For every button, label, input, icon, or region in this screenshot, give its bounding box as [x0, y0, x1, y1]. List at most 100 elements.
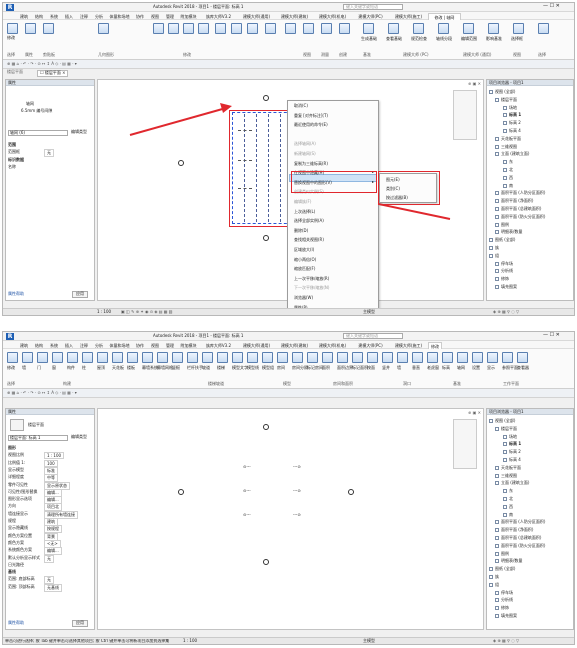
- ribbon-tab[interactable]: 族库大师V3.2: [200, 13, 237, 20]
- ribbon-tab[interactable]: 族库大师V3.2: [200, 342, 237, 349]
- ribbon-tab[interactable]: 修改: [428, 342, 442, 349]
- browser-item[interactable]: 面积平面 (净面积): [495, 198, 533, 204]
- properties-help-link[interactable]: 属性帮助: [8, 620, 24, 626]
- browser-item[interactable]: 族: [489, 574, 499, 580]
- affect-datum-icon[interactable]: [488, 23, 499, 34]
- ribbon-tab[interactable]: 视图: [148, 13, 162, 20]
- property-value[interactable]: 无: [44, 554, 54, 563]
- view-cube-label[interactable]: ⊕ ▣ ✕: [468, 81, 481, 87]
- ribbon-button-icon[interactable]: [277, 352, 288, 363]
- window-controls[interactable]: — ☐ ✕: [543, 3, 560, 10]
- browser-item[interactable]: 修饰: [495, 276, 509, 282]
- ribbon-tab[interactable]: 建模大师(施工): [390, 13, 427, 20]
- ribbon-tab[interactable]: 建模大师(建筑): [276, 13, 313, 20]
- browser-item[interactable]: 天花板平面: [495, 465, 521, 471]
- ribbon-button-icon[interactable]: [82, 352, 93, 363]
- join-geometry-icon[interactable]: [98, 23, 109, 34]
- property-value[interactable]: 无基线: [44, 583, 62, 592]
- ribbon-tab[interactable]: 建模大师(通用): [238, 13, 275, 20]
- selection-box-icon[interactable]: [513, 23, 524, 34]
- browser-item[interactable]: 停车场: [495, 261, 513, 267]
- grid-bubble-bottom[interactable]: [263, 559, 269, 565]
- ribbon-tab[interactable]: 建模大师(施工): [390, 342, 427, 349]
- align-icon[interactable]: [153, 23, 164, 34]
- grid-bubble-left[interactable]: [178, 489, 184, 495]
- context-menu-item[interactable]: 删除(D): [294, 228, 308, 234]
- browser-item[interactable]: 标高 2: [503, 120, 521, 126]
- ribbon-button-icon[interactable]: [517, 352, 528, 363]
- edit-range-icon[interactable]: [463, 23, 474, 34]
- grid-end-right[interactable]: ---⊙: [293, 464, 301, 470]
- edit-type-button[interactable]: 编辑类型: [71, 129, 87, 135]
- instance-selector[interactable]: 轴网 (6): [8, 130, 68, 136]
- browser-item[interactable]: 面积平面 (净面积): [495, 527, 533, 533]
- browser-item[interactable]: 填充图案: [495, 613, 517, 619]
- ribbon-button-icon[interactable]: [292, 352, 303, 363]
- browser-item[interactable]: 立面 (建筑立面): [495, 151, 529, 157]
- view-cube-label[interactable]: ⊕ ▣ ✕: [468, 410, 481, 416]
- properties-help-link[interactable]: 属性帮助: [8, 291, 24, 297]
- ribbon-button-icon[interactable]: [202, 352, 213, 363]
- ribbon-button-icon[interactable]: [442, 352, 453, 363]
- ribbon-button-icon[interactable]: [307, 352, 318, 363]
- grid-bubble-top[interactable]: [263, 95, 269, 101]
- pin-icon[interactable]: [265, 23, 276, 34]
- ribbon-tab[interactable]: 分析: [92, 342, 106, 349]
- grid-end-left[interactable]: ⊙---: [243, 464, 251, 470]
- browser-item[interactable]: 图纸 (全部): [489, 566, 515, 572]
- ribbon-button-icon[interactable]: [472, 352, 483, 363]
- browser-item[interactable]: 面积平面 (人防分区面积): [495, 519, 545, 525]
- ribbon-button-icon[interactable]: [217, 352, 228, 363]
- browser-item[interactable]: 面积平面 (防火分区面积): [495, 214, 545, 220]
- ribbon-tab[interactable]: 附加模块: [178, 13, 199, 20]
- browser-item[interactable]: 填充图案: [495, 284, 517, 290]
- grid-bubble-right[interactable]: [348, 489, 354, 495]
- ribbon-button-icon[interactable]: [52, 352, 63, 363]
- ribbon-tab[interactable]: 协作: [133, 342, 147, 349]
- context-menu-item[interactable]: 浏览器(W): [294, 295, 313, 301]
- ribbon-tab[interactable]: 插入: [62, 342, 76, 349]
- browser-item[interactable]: 面积平面 (防火分区面积): [495, 543, 545, 549]
- ribbon-button-icon[interactable]: [172, 352, 183, 363]
- browser-item[interactable]: 标高 2: [503, 449, 521, 455]
- measure-icon[interactable]: [321, 23, 332, 34]
- ribbon-tab[interactable]: 体量和场地: [107, 13, 132, 20]
- status-icons[interactable]: ◈ ⊕ ▦ ⚲ ◌ ▽: [493, 309, 519, 315]
- context-menu-item[interactable]: 缩小两倍(O): [294, 257, 316, 263]
- browser-item[interactable]: 停车场: [495, 590, 513, 596]
- ribbon-tab[interactable]: 注释: [77, 13, 91, 20]
- ribbon-button-icon[interactable]: [322, 352, 333, 363]
- browser-item[interactable]: 图纸 (全部): [489, 237, 515, 243]
- context-menu-item[interactable]: 上次选择(L): [294, 209, 315, 215]
- rotate-icon[interactable]: [231, 23, 242, 34]
- view-selector[interactable]: 楼层平面: 标高 1: [8, 435, 68, 441]
- context-menu-item[interactable]: 区域放大(I): [294, 247, 314, 253]
- revit-logo[interactable]: R: [6, 4, 14, 11]
- browser-item[interactable]: 族: [489, 245, 499, 251]
- browser-item[interactable]: 北: [503, 496, 513, 502]
- browser-item[interactable]: 立面 (建筑立面): [495, 480, 529, 486]
- status-icons[interactable]: ◈ ⊕ ▦ ⚲ ◌ ▽: [493, 638, 519, 644]
- browser-item[interactable]: 三维视图: [495, 473, 517, 479]
- property-value[interactable]: 1 : 100: [44, 452, 65, 460]
- property-value[interactable]: 100: [44, 459, 58, 467]
- context-menu-item[interactable]: 取消(C): [294, 103, 308, 109]
- browser-item[interactable]: 面积平面 (总建筑面积): [495, 206, 541, 212]
- ribbon-tab[interactable]: 管理: [163, 13, 177, 20]
- view-foundation-icon[interactable]: [388, 23, 399, 34]
- mirror-icon[interactable]: [183, 23, 194, 34]
- browser-item[interactable]: 图例: [495, 222, 509, 228]
- browser-item[interactable]: 明细表/数量: [495, 558, 522, 564]
- context-menu-item[interactable]: 缩放匹配(F): [294, 266, 315, 272]
- paste-icon[interactable]: [43, 23, 54, 34]
- browser-item[interactable]: 东: [503, 488, 513, 494]
- ribbon-button-icon[interactable]: [97, 352, 108, 363]
- create-icon[interactable]: [339, 23, 350, 34]
- grid-bubble-top[interactable]: [263, 424, 269, 430]
- ribbon-tab[interactable]: 结构: [32, 342, 46, 349]
- trim-icon[interactable]: [247, 23, 258, 34]
- revit-logo[interactable]: R: [6, 333, 14, 340]
- grid-end-right[interactable]: ---⊙: [293, 488, 301, 494]
- browser-item[interactable]: 分析线: [495, 268, 513, 274]
- ribbon-button-icon[interactable]: [352, 352, 363, 363]
